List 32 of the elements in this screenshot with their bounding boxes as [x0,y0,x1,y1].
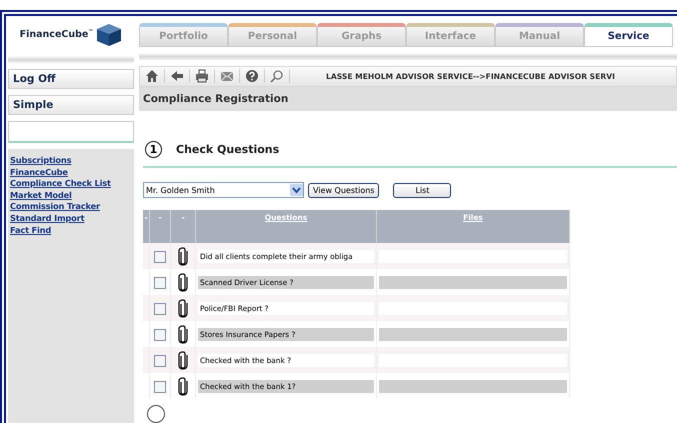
form-button[interactable]: List [393,182,452,198]
paperclip-icon[interactable] [178,324,188,344]
sidebar-link[interactable]: Compliance Check List [10,178,132,190]
checkbox[interactable] [154,329,166,342]
dropdown-arrow-icon [290,184,303,196]
paperclip-icon[interactable] [178,246,188,266]
sidebar-link[interactable]: Standard Import [10,212,132,225]
checkbox[interactable] [154,303,166,316]
cube-icon [96,23,122,47]
sidebar-button[interactable]: Simple [8,95,134,115]
form-button[interactable]: View Questions [308,182,380,198]
tab[interactable]: Service [584,23,673,48]
paperclip-icon[interactable] [178,298,188,318]
sidebar-link[interactable]: FinanceCube [10,166,132,178]
paperclip-icon[interactable] [178,350,188,370]
checkbox[interactable] [154,277,166,290]
sidebar-link[interactable]: Market Model [10,190,132,202]
client-dropdown[interactable]: Mr. Golden Smith [143,182,304,198]
page-title: Compliance Registration [143,93,288,106]
section-title: Check Questions [176,143,280,156]
step-number: 1 [145,141,162,158]
sidebar-link[interactable]: Commission Tracker [10,201,132,213]
paperclip-icon[interactable] [178,272,188,292]
sidebar-link[interactable]: Fact Find [10,224,132,236]
paperclip-icon[interactable] [178,376,188,396]
step-circle-icon [147,405,165,423]
checkbox[interactable] [154,355,166,368]
checkbox[interactable] [154,251,166,264]
logo-text: FinanceCube$^{™}$ [20,29,94,41]
sidebar-link[interactable]: Subscriptions [10,155,132,167]
checkbox[interactable] [154,381,166,394]
sidebar-button[interactable]: Log Off [8,69,134,89]
